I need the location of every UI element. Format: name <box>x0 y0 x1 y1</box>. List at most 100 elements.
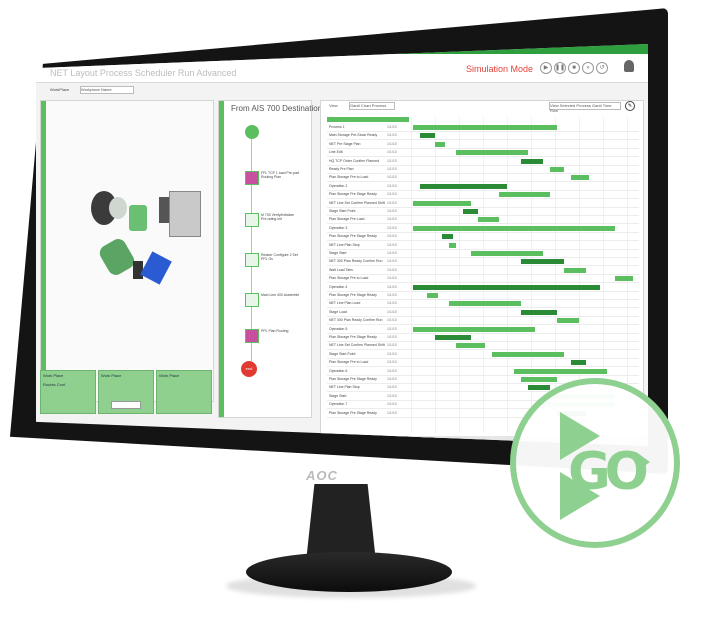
gantt-row[interactable]: Stage Start Point 1/1/10 <box>327 351 639 359</box>
gantt-bar[interactable] <box>456 150 529 156</box>
gantt-task-name: Plan Storage Pre Stage Ready <box>329 192 377 197</box>
gantt-row[interactable]: Wait Load Tabs 1/1/10 <box>327 267 639 275</box>
gantt-bar[interactable] <box>456 343 485 349</box>
gantt-row[interactable]: NET 300 Plan Ready Confirm Run 1/1/10 <box>327 317 639 326</box>
gantt-row[interactable]: Operation 3 1/1/10 <box>327 225 639 233</box>
gantt-row[interactable]: Stage Start 1/1/10 <box>327 250 639 258</box>
gantt-row[interactable]: Line Edit 1/1/10 <box>327 149 639 158</box>
model-viewer-panel[interactable] <box>40 100 214 402</box>
gantt-bar[interactable] <box>413 284 601 290</box>
gantt-row[interactable]: NET Line Plan Stop 1/1/10 <box>327 242 639 250</box>
gantt-row[interactable]: Plan Storage Pre Stage Ready 1/1/10 <box>327 233 639 242</box>
gantt-bar[interactable] <box>492 351 565 357</box>
gantt-bar[interactable] <box>413 200 471 206</box>
gantt-row[interactable]: Plan Storage Pre Load 1/1/10 <box>327 216 639 225</box>
gantt-bar[interactable] <box>413 125 557 130</box>
gantt-task-date: 1/1/10 <box>387 377 397 381</box>
gantt-bar[interactable] <box>564 267 586 273</box>
gantt-bar[interactable] <box>571 360 586 366</box>
gantt-bar[interactable] <box>420 183 507 189</box>
gantt-row[interactable]: NET 300 Plan Ready Confirm Run 1/1/10 <box>327 258 639 267</box>
gantt-bar[interactable] <box>427 293 439 298</box>
workplace-card[interactable]: Work Place <box>156 370 212 414</box>
flow-node[interactable] <box>245 171 259 185</box>
gantt-task-name: HQ TCP Order Confirm Planned <box>329 158 380 163</box>
flow-node[interactable] <box>245 293 259 307</box>
flow-start-node[interactable] <box>245 125 259 139</box>
gantt-bar[interactable] <box>449 242 457 248</box>
gantt-task-date: 1/1/10 <box>387 360 397 365</box>
panel-side-strip <box>41 101 46 401</box>
gantt-row[interactable]: Plan Storage Pre Stage Ready 1/1/10 <box>327 191 639 200</box>
gantt-row[interactable]: Operation 5 1/1/10 <box>327 326 639 334</box>
stop-icon[interactable]: ■ <box>568 62 580 74</box>
gantt-row[interactable]: Plan Storage Pre to Load 1/1/10 <box>327 275 639 284</box>
gantt-bar[interactable] <box>499 192 550 198</box>
gantt-task-name: Plan Storage Pre to Load <box>329 276 369 281</box>
gantt-bar[interactable] <box>528 385 550 391</box>
gantt-bar[interactable] <box>557 318 579 324</box>
gantt-row[interactable]: HQ TCP Order Confirm Planned 1/1/10 <box>327 158 639 166</box>
gantt-filter-dropdown[interactable]: View Selected Process Gantt Time Row <box>549 102 621 113</box>
workplace-card[interactable]: Work Place <box>98 370 154 414</box>
gantt-bar[interactable] <box>521 309 557 315</box>
flow-node[interactable] <box>245 253 259 267</box>
workplace-label: WorkPlace <box>50 87 70 92</box>
panel-side-strip <box>219 101 224 417</box>
gantt-bar[interactable] <box>420 133 435 139</box>
model-grey-housing <box>169 191 201 237</box>
gantt-row[interactable]: Plan Storage Pre to Load 1/1/10 <box>327 359 639 368</box>
gantt-bar[interactable] <box>521 259 565 265</box>
workplace-dropdown[interactable]: Workplace Name <box>80 86 134 94</box>
gantt-task-name: Operation 5 <box>329 326 348 331</box>
gantt-view-dropdown[interactable]: Gantt Chart Process <box>349 102 395 110</box>
gantt-row[interactable]: Operation 6 1/1/10 <box>327 368 639 376</box>
step-icon[interactable]: » <box>582 62 594 74</box>
gantt-bar[interactable] <box>441 234 453 240</box>
workplace-card[interactable]: Work Place Routes Conf <box>40 370 96 414</box>
card-title: Work Place <box>159 373 180 378</box>
gantt-task-name: NET Pre Stage Plan <box>329 141 361 146</box>
gantt-row[interactable]: NET Pre Stage Plan 1/1/10 <box>327 141 639 149</box>
gantt-row[interactable]: Ready Pre Plan 1/1/10 <box>327 166 639 174</box>
pause-icon[interactable]: ❚❚ <box>554 62 566 74</box>
gantt-row[interactable]: Plan Storage Pre Stage Ready 1/1/10 <box>327 292 639 300</box>
flow-end-node[interactable]: end <box>241 361 257 377</box>
gantt-bar[interactable] <box>413 225 615 231</box>
gantt-bar[interactable] <box>449 301 521 307</box>
gantt-bar[interactable] <box>513 368 608 374</box>
reset-icon[interactable]: ↺ <box>596 62 608 74</box>
gantt-bar[interactable] <box>413 326 536 332</box>
gantt-bar[interactable] <box>614 276 633 282</box>
gantt-row[interactable]: NET Line Set Confirm Planned Shift 1/1/10 <box>327 200 639 208</box>
gantt-bar[interactable] <box>521 158 543 164</box>
gantt-row[interactable]: Plan Storage Pre Stage Ready 1/1/10 <box>327 334 639 342</box>
gantt-bar[interactable] <box>477 217 500 223</box>
card-text: Routes Conf <box>43 382 66 387</box>
gantt-row[interactable]: Stage Start Point 1/1/10 <box>327 208 639 216</box>
flow-node[interactable] <box>245 213 259 227</box>
gantt-row[interactable]: Operation 4 1/1/10 <box>327 284 639 292</box>
gantt-bar[interactable] <box>434 141 446 147</box>
card-button[interactable] <box>111 401 141 409</box>
user-avatar-icon[interactable] <box>624 60 634 72</box>
gantt-row[interactable]: NET Line Plan Load 1/1/10 <box>327 300 639 309</box>
gantt-task-name: Plan Storage Pre Load <box>329 217 365 222</box>
gantt-bar[interactable] <box>549 167 565 172</box>
gantt-bar[interactable] <box>470 251 543 256</box>
edit-icon[interactable]: ✎ <box>625 101 635 111</box>
gantt-row[interactable]: NET Line Set Confirm Planned Shift 1/1/10 <box>327 342 639 351</box>
gantt-row[interactable]: Plan Storage Pre to Load 1/1/10 <box>327 174 639 183</box>
gantt-row[interactable]: Main Storage Pre-Stock Ready 1/1/10 <box>327 132 639 141</box>
gantt-row[interactable]: Operation 2 1/1/10 <box>327 183 639 191</box>
play-icon[interactable]: ▶ <box>540 62 552 74</box>
gantt-bar[interactable] <box>434 335 471 340</box>
gantt-bar[interactable] <box>463 209 478 214</box>
gantt-bar[interactable] <box>521 377 557 382</box>
gantt-task-name: NET 300 Plan Ready Confirm Run <box>329 318 383 323</box>
gantt-row[interactable]: Stage Load 1/1/10 <box>327 309 639 317</box>
flow-node[interactable] <box>245 329 259 343</box>
gantt-row[interactable]: Process 1 1/1/10 <box>327 124 639 132</box>
gantt-bar[interactable] <box>571 175 590 181</box>
gantt-task-name: Line Edit <box>329 150 343 155</box>
